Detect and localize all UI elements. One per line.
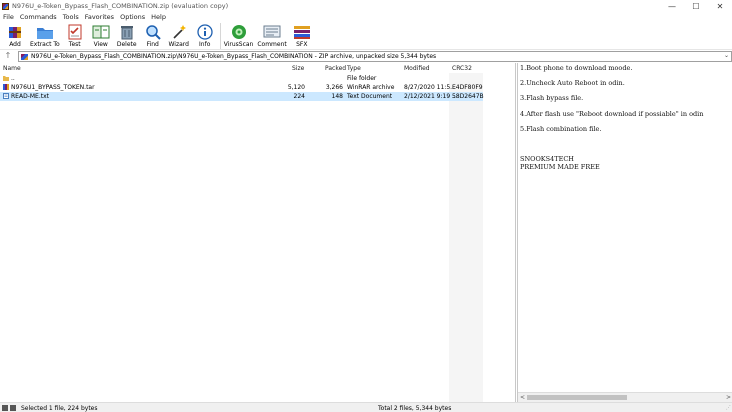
column-header-packed[interactable]: Packed: [325, 65, 346, 72]
delete-button[interactable]: Delete: [116, 22, 138, 48]
table-row[interactable]: READ-ME.txt 224 148 Text Document 2/12/2…: [0, 92, 484, 101]
test-button[interactable]: Test: [64, 22, 86, 48]
info-icon: [196, 23, 214, 40]
drive-icon[interactable]: [2, 405, 8, 411]
file-preview-pane[interactable]: 1.Boot phone to download moode. 2.Unchec…: [517, 63, 732, 402]
file-packed: 3,266: [325, 84, 343, 91]
archive-icon: [21, 53, 28, 60]
path-dropdown-icon[interactable]: ⌄: [724, 52, 729, 59]
find-button[interactable]: Find: [142, 22, 164, 48]
scroll-right-icon[interactable]: >: [726, 394, 731, 401]
up-one-level-button[interactable]: 🡑: [0, 51, 16, 62]
comment-icon: [263, 23, 281, 40]
close-button[interactable]: ✕: [708, 0, 732, 12]
file-size: 5,120: [287, 84, 305, 91]
extract-to-button[interactable]: Extract To: [30, 22, 60, 48]
sfx-button[interactable]: SFX: [291, 22, 313, 48]
menu-bar: File Commands Tools Favorites Options He…: [0, 12, 172, 22]
archive-path-field[interactable]: N976U_e-Token_Bypass_Flash_COMBINATION.z…: [18, 51, 732, 62]
column-header-type[interactable]: Type: [347, 65, 361, 72]
file-modified: 8/27/2020 11:5...: [404, 84, 456, 91]
menu-options[interactable]: Options: [120, 13, 145, 21]
table-row[interactable]: .. File folder: [0, 74, 483, 83]
column-header-crc32[interactable]: CRC32: [452, 65, 472, 72]
text-file-icon: [3, 93, 9, 99]
sfx-label: SFX: [296, 41, 308, 48]
magic-wand-icon: [170, 23, 188, 40]
selection-status: Selected 1 file, 224 bytes: [21, 405, 98, 412]
file-crc32: 58D2647B: [452, 93, 484, 100]
extract-folder-icon: [36, 23, 54, 40]
window-title: N976U_e-Token_Bypass_Flash_COMBINATION.z…: [12, 2, 229, 10]
file-list[interactable]: Name Size Packed Type Modified CRC32 .. …: [0, 63, 516, 402]
preview-text: 1.Boot phone to download moode. 2.Unchec…: [520, 64, 704, 171]
file-name: READ-ME.txt: [11, 93, 49, 100]
add-button[interactable]: Add: [4, 22, 26, 48]
rar-archive-icon: [3, 84, 9, 90]
comment-button[interactable]: Comment: [257, 22, 287, 48]
total-status: Total 2 files, 5,344 bytes: [378, 405, 452, 412]
view-label: View: [93, 41, 108, 48]
status-bar: Selected 1 file, 224 bytes Total 2 files…: [0, 402, 732, 412]
test-checklist-icon: [66, 23, 84, 40]
wizard-label: Wizard: [168, 41, 189, 48]
file-type: Text Document: [347, 93, 393, 100]
folder-icon: [3, 75, 9, 81]
virusscan-button[interactable]: VirusScan: [223, 22, 254, 48]
test-label: Test: [68, 41, 81, 48]
minimize-button[interactable]: —: [660, 0, 684, 12]
file-type: File folder: [347, 75, 377, 82]
virus-scan-icon: [230, 23, 248, 40]
delete-label: Delete: [116, 41, 137, 48]
wizard-button[interactable]: Wizard: [168, 22, 190, 48]
trash-icon: [118, 23, 136, 40]
menu-help[interactable]: Help: [151, 13, 166, 21]
maximize-button[interactable]: ☐: [684, 0, 708, 12]
resize-grip-icon[interactable]: ⋰: [726, 405, 731, 411]
toolbar-separator: [219, 23, 221, 49]
column-header-name[interactable]: Name: [3, 65, 21, 72]
menu-commands[interactable]: Commands: [20, 13, 57, 21]
file-modified: 2/12/2021 9:19 ...: [404, 93, 458, 100]
info-button[interactable]: Info: [194, 22, 216, 48]
extract-to-label: Extract To: [30, 41, 60, 48]
winrar-app-icon[interactable]: [2, 2, 9, 10]
find-label: Find: [146, 41, 159, 48]
comment-label: Comment: [257, 41, 287, 48]
column-headers: Name Size Packed Type Modified CRC32: [0, 63, 516, 73]
table-row[interactable]: N976U1_BYPASS_TOKEN.tar 5,120 3,266 WinR…: [0, 83, 483, 92]
menu-tools[interactable]: Tools: [63, 13, 79, 21]
file-name: N976U1_BYPASS_TOKEN.tar: [11, 84, 95, 91]
title-bar: N976U_e-Token_Bypass_Flash_COMBINATION.z…: [0, 0, 732, 12]
toolbar: Add Extract To Test View Delete Find Wiz…: [0, 22, 732, 50]
scroll-left-icon[interactable]: <: [520, 394, 525, 401]
file-size: 224: [293, 93, 305, 100]
view-book-icon: [92, 23, 110, 40]
view-button[interactable]: View: [90, 22, 112, 48]
status-icons: [2, 405, 18, 411]
scrollbar-thumb[interactable]: [527, 395, 627, 400]
sfx-books-icon: [293, 23, 311, 40]
window-controls: — ☐ ✕: [660, 0, 732, 12]
info-label: Info: [199, 41, 211, 48]
file-name: ..: [11, 75, 15, 82]
archive-path-text: N976U_e-Token_Bypass_Flash_COMBINATION.z…: [31, 53, 437, 60]
file-packed: 148: [331, 93, 343, 100]
magnifier-icon: [144, 23, 162, 40]
column-header-size[interactable]: Size: [292, 65, 304, 72]
add-archive-icon: [6, 23, 24, 40]
add-label: Add: [9, 41, 21, 48]
key-icon[interactable]: [10, 405, 16, 411]
column-header-modified[interactable]: Modified: [404, 65, 430, 72]
menu-favorites[interactable]: Favorites: [85, 13, 114, 21]
menu-file[interactable]: File: [3, 13, 14, 21]
horizontal-scrollbar[interactable]: < >: [518, 392, 732, 402]
crc-column-background: [449, 73, 483, 402]
file-crc32: E4DF80F9: [452, 84, 483, 91]
virusscan-label: VirusScan: [223, 41, 254, 48]
path-bar: 🡑 N976U_e-Token_Bypass_Flash_COMBINATION…: [0, 51, 732, 62]
file-type: WinRAR archive: [347, 84, 395, 91]
